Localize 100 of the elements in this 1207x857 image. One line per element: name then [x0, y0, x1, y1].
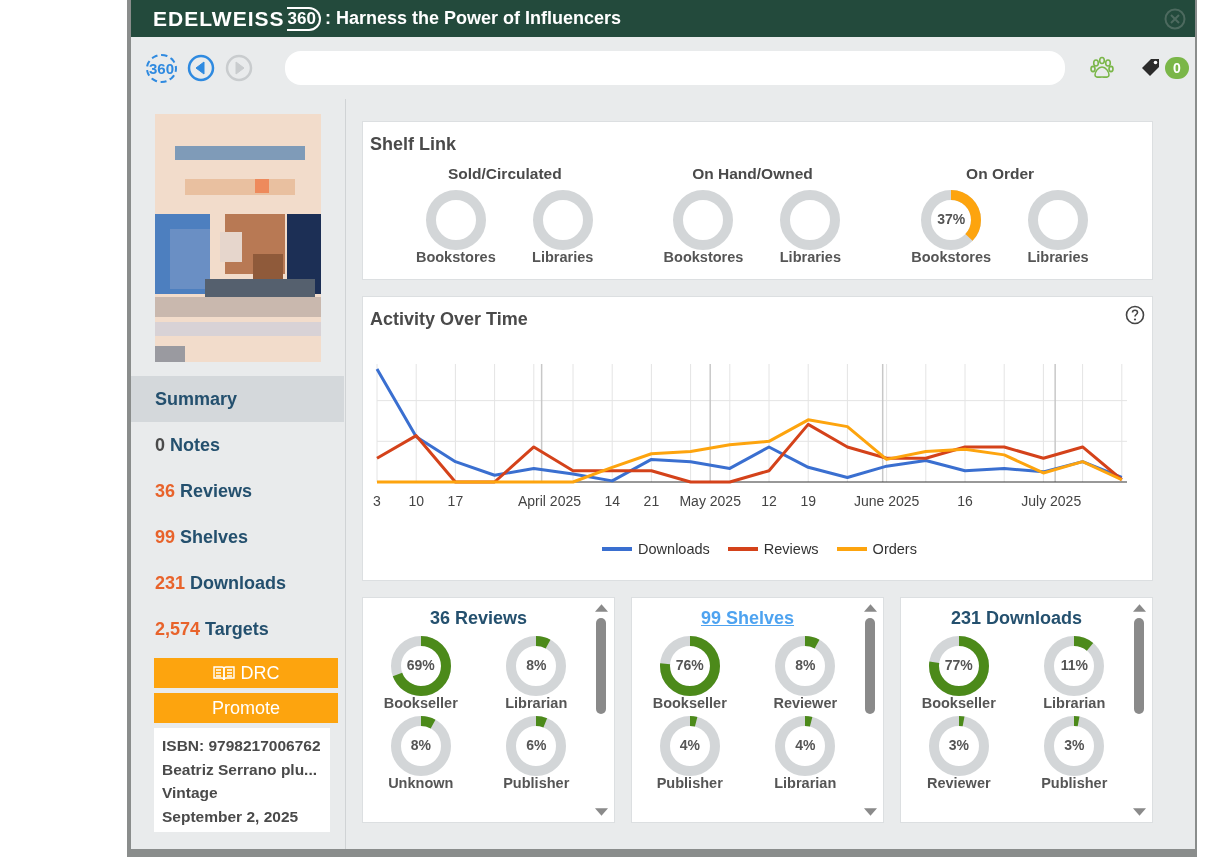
group-title: On Hand/Owned — [692, 165, 813, 183]
percent-value: 4% — [678, 737, 701, 753]
axis-label: 21 — [643, 493, 660, 509]
axis-label: 10 — [408, 493, 424, 509]
close-icon[interactable] — [1164, 7, 1186, 30]
axis-label: June 2025 — [853, 493, 920, 509]
scrollbar[interactable] — [1132, 604, 1146, 816]
group-title: Sold/Circulated — [448, 165, 562, 183]
donut-chart — [779, 189, 842, 251]
sidebar-item[interactable]: Summary — [131, 376, 344, 422]
scroll-thumb[interactable] — [865, 618, 875, 714]
legend-label: Reviews — [763, 541, 819, 557]
donut-chart — [531, 189, 594, 251]
axis-label: 17 — [447, 493, 464, 509]
scrollbar[interactable] — [594, 604, 608, 816]
scroll-down-icon[interactable] — [594, 808, 608, 816]
donut-chart — [1043, 715, 1106, 777]
scroll-down-icon[interactable] — [863, 808, 877, 816]
book-detail: Beatriz Serrano plu... — [162, 759, 319, 780]
group-title: On Order — [966, 165, 1035, 183]
book-detail: ISBN: 9798217006762 — [162, 736, 322, 756]
percent-value: 3% — [1063, 737, 1086, 753]
percent-value: 8% — [525, 657, 548, 673]
donut-chart — [774, 635, 837, 697]
percent-value: 77% — [943, 657, 974, 673]
scroll-thumb[interactable] — [1134, 618, 1144, 714]
scrollbar[interactable] — [863, 604, 877, 816]
donut-label: Bookseller — [652, 695, 727, 711]
donut-chart — [658, 635, 721, 697]
axis-label: 3 — [373, 493, 381, 509]
donut-chart — [672, 189, 735, 251]
axis-label: July 2025 — [1021, 493, 1082, 509]
donut-label: Reviewer — [926, 775, 991, 791]
logo-text: EDELWEISS — [153, 6, 285, 31]
donut-chart — [927, 635, 990, 697]
donut-chart — [1027, 189, 1090, 251]
axis-label: May 2025 — [679, 493, 741, 509]
donut-label: Unknown — [388, 775, 454, 791]
percent-value: 3% — [947, 737, 970, 753]
scroll-up-icon[interactable] — [594, 604, 608, 612]
donut-chart — [424, 189, 487, 251]
percent-value: 37% — [936, 211, 967, 227]
percent-value: 8% — [409, 737, 432, 753]
book-detail: September 2, 2025 — [162, 806, 300, 827]
scroll-down-icon[interactable] — [1132, 808, 1146, 816]
donut-chart — [774, 715, 837, 777]
axis-label: 12 — [761, 493, 777, 509]
donut-chart — [927, 715, 990, 777]
donut-chart — [505, 715, 568, 777]
sidebar-item[interactable]: 36 Reviews — [131, 468, 344, 514]
donut-label: Reviewer — [773, 695, 838, 711]
donut-chart — [389, 715, 452, 777]
donut-label: Librarian — [774, 775, 837, 791]
help-icon[interactable] — [1125, 305, 1145, 325]
percent-value: 11% — [1059, 657, 1089, 673]
sidebar-item[interactable]: 231 Downloads — [131, 560, 344, 606]
paw-icon[interactable] — [1089, 55, 1116, 81]
sidebar-item[interactable]: 0 Notes — [131, 422, 344, 468]
legend-label: Orders — [872, 541, 917, 557]
panel-title: Shelf Link — [369, 133, 457, 155]
book-detail: Vintage — [162, 783, 219, 803]
panel-title: 231 Downloads — [949, 608, 1083, 629]
sidebar-item[interactable]: 99 Shelves — [131, 514, 344, 560]
percent-value: 6% — [525, 737, 548, 753]
donut-label: Librarian — [505, 695, 568, 711]
scroll-up-icon[interactable] — [863, 604, 877, 612]
donut-label: Librarian — [1043, 695, 1106, 711]
axis-label: 19 — [800, 493, 816, 509]
donut-label: Publisher — [503, 775, 570, 791]
panel-title: Activity Over Time — [369, 308, 528, 330]
scroll-up-icon[interactable] — [1132, 604, 1146, 612]
donut-label: Libraries — [779, 249, 841, 265]
percent-value: 69% — [405, 657, 436, 673]
donut-label: Publisher — [1041, 775, 1108, 791]
donut-chart — [920, 189, 983, 251]
donut-label: Libraries — [1027, 249, 1089, 265]
axis-label: April 2025 — [517, 493, 581, 509]
donut-label: Bookstores — [415, 249, 496, 265]
donut-label: Libraries — [532, 249, 594, 265]
donut-label: Bookstores — [911, 249, 992, 265]
axis-label: 14 — [604, 493, 620, 509]
percent-value: 4% — [794, 737, 817, 753]
sidebar-item[interactable]: 2,574 Targets — [131, 606, 344, 652]
legend-label: Downloads — [638, 541, 710, 557]
donut-chart — [505, 635, 568, 697]
donut-label: Bookseller — [383, 695, 458, 711]
percent-value: 76% — [674, 657, 705, 673]
donut-label: Publisher — [656, 775, 723, 791]
book-icon — [212, 665, 235, 681]
percent-value: 8% — [794, 657, 817, 673]
donut-label: Bookstores — [663, 249, 744, 265]
scroll-thumb[interactable] — [596, 618, 606, 714]
panel-title: 36 Reviews — [428, 608, 529, 629]
donut-chart — [389, 635, 452, 697]
logo-mark: 360 — [286, 6, 321, 31]
count-badge: 0 — [1165, 57, 1189, 79]
back-button[interactable] — [187, 54, 216, 82]
donut-chart — [1043, 635, 1106, 697]
window-title: : Harness the Power of Influencers — [324, 8, 621, 29]
donut-chart — [658, 715, 721, 777]
